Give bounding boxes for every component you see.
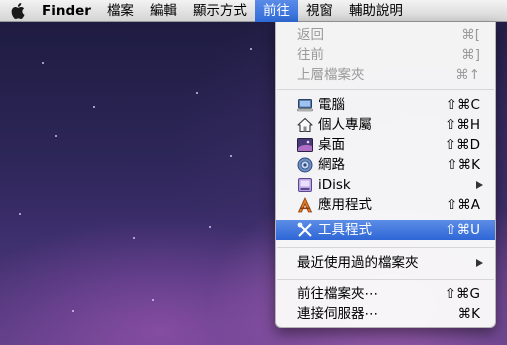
network-icon bbox=[297, 157, 313, 173]
menu-item-shortcut: ⇧⌘U bbox=[445, 222, 480, 238]
menu-item-back[interactable]: 返回 ⌘[ bbox=[276, 25, 495, 45]
menu-item-utilities[interactable]: 工具程式 ⇧⌘U bbox=[276, 220, 495, 240]
menu-item-forward[interactable]: 往前 ⌘] bbox=[276, 45, 495, 65]
menu-item-label: 連接伺服器⋯ bbox=[297, 306, 378, 322]
applications-icon bbox=[297, 197, 313, 213]
menu-item-shortcut: ⌘↑ bbox=[455, 67, 480, 83]
star bbox=[72, 310, 74, 312]
menu-item-label: 應用程式 bbox=[318, 197, 372, 213]
menu-help[interactable]: 輔助說明 bbox=[341, 0, 411, 22]
menu-item-label: 上層檔案夾 bbox=[297, 67, 365, 83]
menu-item-shortcut: ⌘K bbox=[457, 306, 480, 322]
menu-item-enclosing-folder[interactable]: 上層檔案夾 ⌘↑ bbox=[276, 65, 495, 85]
menu-item-label: 往前 bbox=[297, 47, 324, 63]
menu-item-label: 工具程式 bbox=[318, 222, 372, 238]
star bbox=[250, 48, 252, 50]
menu-item-connect-to-server[interactable]: 連接伺服器⋯ ⌘K bbox=[276, 304, 495, 324]
star bbox=[152, 299, 154, 301]
menu-item-shortcut: ⌘[ bbox=[461, 27, 480, 43]
star bbox=[196, 92, 198, 94]
menu-item-shortcut: ⇧⌘H bbox=[445, 117, 480, 133]
menu-view[interactable]: 顯示方式 bbox=[185, 0, 255, 22]
menu-item-label: 桌面 bbox=[318, 137, 345, 153]
menu-file[interactable]: 檔案 bbox=[99, 0, 142, 22]
menu-item-go-to-folder[interactable]: 前往檔案夾⋯ ⇧⌘G bbox=[276, 284, 495, 304]
menu-item-shortcut: ⇧⌘G bbox=[444, 286, 480, 302]
home-icon bbox=[297, 117, 313, 133]
menu-item-shortcut: ⇧⌘A bbox=[445, 197, 480, 213]
menu-item-desktop[interactable]: 桌面 ⇧⌘D bbox=[276, 135, 495, 155]
apple-logo-icon bbox=[11, 2, 25, 19]
menu-item-shortcut: ⌘] bbox=[461, 47, 480, 63]
menu-item-label: 前往檔案夾⋯ bbox=[297, 286, 378, 302]
star bbox=[93, 106, 95, 108]
menu-item-idisk[interactable]: iDisk bbox=[276, 175, 495, 195]
menu-item-shortcut: ⇧⌘C bbox=[445, 97, 480, 113]
apple-menu[interactable] bbox=[0, 0, 36, 22]
menu-window[interactable]: 視窗 bbox=[298, 0, 341, 22]
menu-item-shortcut: ⇧⌘D bbox=[444, 137, 480, 153]
submenu-arrow-icon bbox=[476, 259, 483, 267]
menu-separator bbox=[277, 279, 494, 280]
menu-item-label: 電腦 bbox=[318, 97, 345, 113]
star bbox=[55, 135, 57, 137]
menu-item-label: 個人專屬 bbox=[318, 117, 372, 133]
menu-item-applications[interactable]: 應用程式 ⇧⌘A bbox=[276, 195, 495, 215]
menu-item-shortcut: ⇧⌘K bbox=[446, 157, 480, 173]
go-menu-dropdown: 返回 ⌘[ 往前 ⌘] 上層檔案夾 ⌘↑ 電腦 ⇧⌘C 個人專屬 ⇧⌘H 桌面 bbox=[275, 22, 496, 328]
submenu-arrow-icon bbox=[476, 181, 483, 189]
menu-separator bbox=[277, 89, 494, 90]
menu-item-label: 網路 bbox=[318, 157, 345, 173]
menu-edit[interactable]: 編輯 bbox=[142, 0, 185, 22]
menu-item-computer[interactable]: 電腦 ⇧⌘C bbox=[276, 95, 495, 115]
menu-item-network[interactable]: 網路 ⇧⌘K bbox=[276, 155, 495, 175]
idisk-icon bbox=[298, 178, 312, 192]
utilities-icon bbox=[297, 222, 312, 237]
computer-icon bbox=[297, 99, 313, 112]
star bbox=[42, 62, 44, 64]
star bbox=[209, 226, 211, 228]
menu-item-label: 最近使用過的檔案夾 bbox=[297, 255, 419, 271]
star bbox=[133, 237, 135, 239]
menu-finder[interactable]: Finder bbox=[36, 0, 99, 22]
menu-item-label: 返回 bbox=[297, 27, 324, 43]
menu-item-recent-folders[interactable]: 最近使用過的檔案夾 bbox=[276, 253, 495, 273]
star bbox=[19, 213, 21, 215]
menu-separator bbox=[277, 247, 494, 248]
star bbox=[230, 155, 232, 157]
menu-item-home[interactable]: 個人專屬 ⇧⌘H bbox=[276, 115, 495, 135]
menu-item-label: iDisk bbox=[318, 177, 351, 193]
menu-bar: Finder 檔案 編輯 顯示方式 前往 視窗 輔助說明 bbox=[0, 0, 507, 22]
desktop-icon bbox=[297, 138, 313, 152]
menu-go[interactable]: 前往 bbox=[254, 0, 298, 22]
